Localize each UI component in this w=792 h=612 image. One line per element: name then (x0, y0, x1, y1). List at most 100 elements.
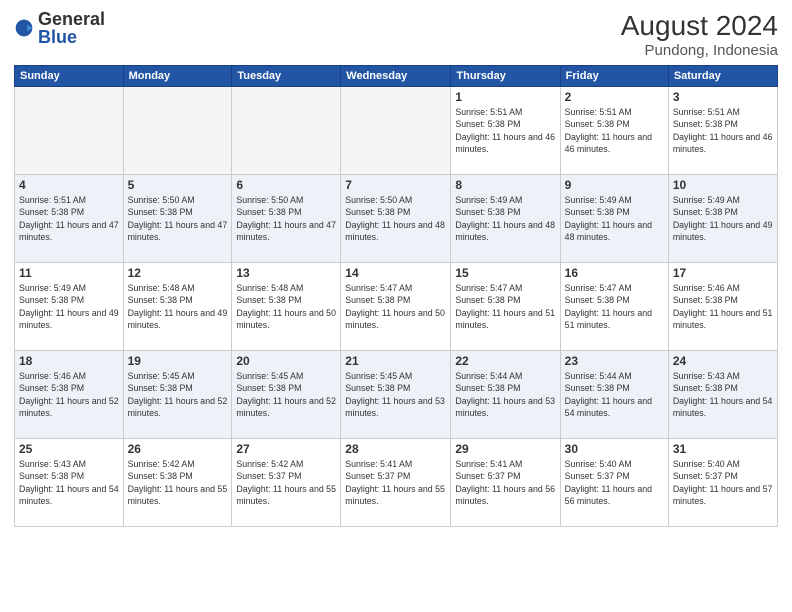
day-number: 17 (673, 266, 773, 280)
day-number: 1 (455, 90, 555, 104)
calendar-cell (123, 87, 232, 175)
calendar-cell (341, 87, 451, 175)
calendar-week-row: 18 Sunrise: 5:46 AM Sunset: 5:38 PM Dayl… (15, 351, 778, 439)
day-info: Sunrise: 5:45 AM Sunset: 5:38 PM Dayligh… (128, 370, 228, 419)
day-info: Sunrise: 5:51 AM Sunset: 5:38 PM Dayligh… (565, 106, 664, 155)
day-info: Sunrise: 5:51 AM Sunset: 5:38 PM Dayligh… (673, 106, 773, 155)
day-number: 30 (565, 442, 664, 456)
day-number: 23 (565, 354, 664, 368)
calendar-week-row: 4 Sunrise: 5:51 AM Sunset: 5:38 PM Dayli… (15, 175, 778, 263)
day-info: Sunrise: 5:44 AM Sunset: 5:38 PM Dayligh… (565, 370, 664, 419)
day-number: 16 (565, 266, 664, 280)
col-sunday: Sunday (15, 66, 124, 87)
calendar-cell: 4 Sunrise: 5:51 AM Sunset: 5:38 PM Dayli… (15, 175, 124, 263)
location: Pundong, Indonesia (621, 42, 778, 59)
logo-general: General (38, 9, 105, 29)
day-number: 29 (455, 442, 555, 456)
day-number: 12 (128, 266, 228, 280)
day-number: 28 (345, 442, 446, 456)
day-number: 13 (236, 266, 336, 280)
day-info: Sunrise: 5:50 AM Sunset: 5:38 PM Dayligh… (345, 194, 446, 243)
col-saturday: Saturday (668, 66, 777, 87)
calendar-cell: 5 Sunrise: 5:50 AM Sunset: 5:38 PM Dayli… (123, 175, 232, 263)
day-info: Sunrise: 5:51 AM Sunset: 5:38 PM Dayligh… (455, 106, 555, 155)
col-tuesday: Tuesday (232, 66, 341, 87)
calendar-cell: 6 Sunrise: 5:50 AM Sunset: 5:38 PM Dayli… (232, 175, 341, 263)
calendar-cell: 14 Sunrise: 5:47 AM Sunset: 5:38 PM Dayl… (341, 263, 451, 351)
day-info: Sunrise: 5:46 AM Sunset: 5:38 PM Dayligh… (673, 282, 773, 331)
calendar-cell: 7 Sunrise: 5:50 AM Sunset: 5:38 PM Dayli… (341, 175, 451, 263)
logo-text: General Blue (38, 10, 105, 46)
day-number: 15 (455, 266, 555, 280)
day-number: 8 (455, 178, 555, 192)
day-info: Sunrise: 5:40 AM Sunset: 5:37 PM Dayligh… (565, 458, 664, 507)
day-number: 31 (673, 442, 773, 456)
calendar-cell: 18 Sunrise: 5:46 AM Sunset: 5:38 PM Dayl… (15, 351, 124, 439)
day-number: 26 (128, 442, 228, 456)
day-info: Sunrise: 5:41 AM Sunset: 5:37 PM Dayligh… (345, 458, 446, 507)
day-number: 7 (345, 178, 446, 192)
calendar-header-row: Sunday Monday Tuesday Wednesday Thursday… (15, 66, 778, 87)
calendar-cell: 27 Sunrise: 5:42 AM Sunset: 5:37 PM Dayl… (232, 439, 341, 527)
day-number: 9 (565, 178, 664, 192)
day-info: Sunrise: 5:40 AM Sunset: 5:37 PM Dayligh… (673, 458, 773, 507)
calendar-cell (15, 87, 124, 175)
calendar-cell: 30 Sunrise: 5:40 AM Sunset: 5:37 PM Dayl… (560, 439, 668, 527)
day-number: 4 (19, 178, 119, 192)
col-friday: Friday (560, 66, 668, 87)
day-info: Sunrise: 5:48 AM Sunset: 5:38 PM Dayligh… (128, 282, 228, 331)
day-info: Sunrise: 5:51 AM Sunset: 5:38 PM Dayligh… (19, 194, 119, 243)
day-info: Sunrise: 5:46 AM Sunset: 5:38 PM Dayligh… (19, 370, 119, 419)
day-info: Sunrise: 5:48 AM Sunset: 5:38 PM Dayligh… (236, 282, 336, 331)
day-info: Sunrise: 5:50 AM Sunset: 5:38 PM Dayligh… (236, 194, 336, 243)
day-info: Sunrise: 5:49 AM Sunset: 5:38 PM Dayligh… (565, 194, 664, 243)
month-year: August 2024 (621, 10, 778, 42)
calendar-cell: 24 Sunrise: 5:43 AM Sunset: 5:38 PM Dayl… (668, 351, 777, 439)
calendar-cell: 25 Sunrise: 5:43 AM Sunset: 5:38 PM Dayl… (15, 439, 124, 527)
calendar-cell: 28 Sunrise: 5:41 AM Sunset: 5:37 PM Dayl… (341, 439, 451, 527)
day-number: 19 (128, 354, 228, 368)
calendar-cell: 21 Sunrise: 5:45 AM Sunset: 5:38 PM Dayl… (341, 351, 451, 439)
day-info: Sunrise: 5:43 AM Sunset: 5:38 PM Dayligh… (19, 458, 119, 507)
col-monday: Monday (123, 66, 232, 87)
calendar-cell: 26 Sunrise: 5:42 AM Sunset: 5:38 PM Dayl… (123, 439, 232, 527)
calendar-cell: 2 Sunrise: 5:51 AM Sunset: 5:38 PM Dayli… (560, 87, 668, 175)
calendar-cell: 15 Sunrise: 5:47 AM Sunset: 5:38 PM Dayl… (451, 263, 560, 351)
col-thursday: Thursday (451, 66, 560, 87)
day-info: Sunrise: 5:49 AM Sunset: 5:38 PM Dayligh… (455, 194, 555, 243)
logo: General Blue (14, 10, 105, 46)
logo-blue: Blue (38, 27, 77, 47)
day-number: 3 (673, 90, 773, 104)
calendar-week-row: 25 Sunrise: 5:43 AM Sunset: 5:38 PM Dayl… (15, 439, 778, 527)
day-number: 18 (19, 354, 119, 368)
day-info: Sunrise: 5:41 AM Sunset: 5:37 PM Dayligh… (455, 458, 555, 507)
calendar-cell: 11 Sunrise: 5:49 AM Sunset: 5:38 PM Dayl… (15, 263, 124, 351)
day-number: 22 (455, 354, 555, 368)
day-number: 6 (236, 178, 336, 192)
day-number: 27 (236, 442, 336, 456)
calendar-cell: 20 Sunrise: 5:45 AM Sunset: 5:38 PM Dayl… (232, 351, 341, 439)
page: General Blue August 2024 Pundong, Indone… (0, 0, 792, 612)
calendar-cell: 17 Sunrise: 5:46 AM Sunset: 5:38 PM Dayl… (668, 263, 777, 351)
calendar-cell: 3 Sunrise: 5:51 AM Sunset: 5:38 PM Dayli… (668, 87, 777, 175)
day-number: 14 (345, 266, 446, 280)
day-info: Sunrise: 5:43 AM Sunset: 5:38 PM Dayligh… (673, 370, 773, 419)
calendar-cell: 10 Sunrise: 5:49 AM Sunset: 5:38 PM Dayl… (668, 175, 777, 263)
calendar-cell: 9 Sunrise: 5:49 AM Sunset: 5:38 PM Dayli… (560, 175, 668, 263)
logo-icon (14, 18, 34, 38)
day-number: 20 (236, 354, 336, 368)
calendar-cell: 22 Sunrise: 5:44 AM Sunset: 5:38 PM Dayl… (451, 351, 560, 439)
calendar-week-row: 11 Sunrise: 5:49 AM Sunset: 5:38 PM Dayl… (15, 263, 778, 351)
day-number: 2 (565, 90, 664, 104)
calendar-cell: 19 Sunrise: 5:45 AM Sunset: 5:38 PM Dayl… (123, 351, 232, 439)
calendar-cell: 31 Sunrise: 5:40 AM Sunset: 5:37 PM Dayl… (668, 439, 777, 527)
day-number: 5 (128, 178, 228, 192)
day-info: Sunrise: 5:42 AM Sunset: 5:37 PM Dayligh… (236, 458, 336, 507)
calendar-cell: 13 Sunrise: 5:48 AM Sunset: 5:38 PM Dayl… (232, 263, 341, 351)
day-info: Sunrise: 5:49 AM Sunset: 5:38 PM Dayligh… (19, 282, 119, 331)
calendar-cell: 23 Sunrise: 5:44 AM Sunset: 5:38 PM Dayl… (560, 351, 668, 439)
title-block: August 2024 Pundong, Indonesia (621, 10, 778, 59)
col-wednesday: Wednesday (341, 66, 451, 87)
day-info: Sunrise: 5:47 AM Sunset: 5:38 PM Dayligh… (565, 282, 664, 331)
day-info: Sunrise: 5:45 AM Sunset: 5:38 PM Dayligh… (236, 370, 336, 419)
